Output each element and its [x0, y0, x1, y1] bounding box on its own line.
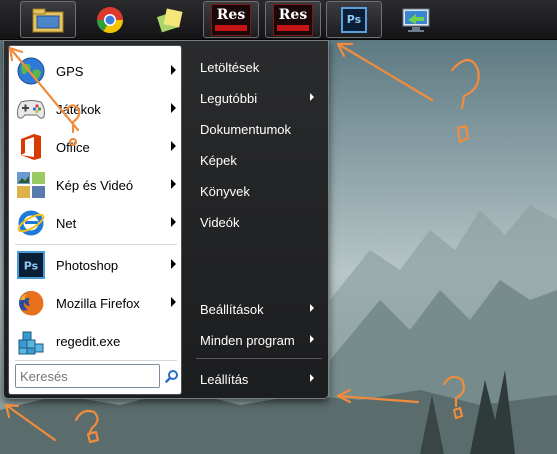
program-jatekok[interactable]: Játékok [12, 91, 180, 127]
menu-item-label: Könyvek [200, 183, 250, 199]
file-explorer-button[interactable] [20, 1, 76, 38]
menu-item-letoltesek[interactable]: Letöltések [194, 53, 324, 81]
sticky-notes-button[interactable] [142, 1, 198, 38]
submenu-arrow-icon [171, 141, 176, 151]
res-hacker-button-2[interactable]: Res [265, 1, 321, 38]
res-hacker-icon: Res [211, 3, 251, 36]
menu-item-konyvek[interactable]: Könyvek [194, 177, 324, 205]
submenu-arrow-icon [171, 217, 176, 227]
submenu-arrow-icon [171, 103, 176, 113]
photoshop-icon: Ps [15, 249, 47, 281]
programs-pane: GPS Játékok Office Kép és Videó Net Ps P… [8, 45, 182, 395]
program-label: Office [56, 139, 90, 155]
res-label: Res [216, 7, 246, 23]
firefox-icon [15, 287, 47, 319]
submenu-arrow-icon [171, 179, 176, 189]
right-separator [196, 358, 322, 359]
submenu-arrow-icon [310, 374, 314, 382]
program-label: Játékok [56, 101, 101, 117]
file-explorer-icon [32, 8, 64, 32]
program-net[interactable]: Net [12, 205, 180, 241]
menu-item-label: Minden program [200, 332, 295, 348]
program-regedit[interactable]: regedit.exe [12, 323, 180, 359]
program-mozilla-firefox[interactable]: Mozilla Firefox [12, 285, 180, 321]
menu-item-kepek[interactable]: Képek [194, 146, 324, 174]
search-input[interactable] [15, 364, 160, 388]
submenu-arrow-icon [171, 65, 176, 75]
pane-separator [15, 244, 177, 245]
submenu-arrow-icon [310, 304, 314, 312]
program-kep-es-video[interactable]: Kép és Videó [12, 167, 180, 203]
chrome-button[interactable] [82, 1, 138, 38]
menu-item-minden-program[interactable]: Minden program [194, 326, 324, 354]
start-menu: GPS Játékok Office Kép és Videó Net Ps P… [3, 40, 329, 399]
pane-separator [15, 360, 177, 361]
internet-explorer-icon [15, 207, 47, 239]
photoshop-icon: Ps [341, 6, 367, 33]
sticky-notes-icon [156, 8, 183, 32]
menu-item-label: Beállítások [200, 301, 264, 317]
globe-icon [15, 55, 47, 87]
res-label-2: Res [278, 7, 308, 23]
menu-item-legutobbi[interactable]: Legutóbbi [194, 84, 324, 112]
regedit-icon [15, 325, 47, 357]
remote-desktop-icon [402, 8, 430, 32]
program-label: Net [56, 215, 77, 231]
menu-item-videok[interactable]: Videók [194, 208, 324, 236]
menu-item-label: Képek [200, 152, 237, 168]
submenu-arrow-icon [171, 297, 176, 307]
program-label: Mozilla Firefox [56, 295, 140, 311]
photoshop-taskbar-button[interactable]: Ps [326, 1, 382, 38]
submenu-arrow-icon [310, 335, 314, 343]
program-label: regedit.exe [56, 333, 121, 349]
menu-item-label: Videók [200, 214, 240, 230]
menu-item-dokumentumok[interactable]: Dokumentumok [194, 115, 324, 143]
program-label: GPS [56, 63, 84, 79]
gamepad-icon [15, 93, 47, 125]
shutdown-button[interactable]: Leállítás [194, 365, 324, 393]
program-photoshop[interactable]: Ps Photoshop [12, 247, 180, 283]
photos-icon [15, 169, 47, 201]
menu-item-label: Leállítás [200, 371, 249, 387]
submenu-arrow-icon [171, 259, 176, 269]
office-icon [15, 131, 47, 163]
search-icon[interactable] [165, 369, 179, 383]
taskbar: Res Res Ps [0, 0, 557, 40]
submenu-arrow-icon [310, 93, 314, 101]
svg-text:Ps: Ps [24, 260, 39, 273]
program-gps[interactable]: GPS [12, 53, 180, 89]
res-hacker-icon-2: Res [273, 3, 313, 36]
menu-item-label: Letöltések [200, 59, 260, 75]
res-hacker-button[interactable]: Res [203, 1, 259, 38]
remote-desktop-button[interactable] [388, 1, 444, 38]
program-label: Kép és Videó [56, 177, 134, 193]
chrome-icon [96, 6, 124, 33]
menu-item-beallitasok[interactable]: Beállítások [194, 295, 324, 323]
menu-item-label: Dokumentumok [200, 121, 292, 137]
menu-item-label: Legutóbbi [200, 90, 258, 106]
program-office[interactable]: Office [12, 129, 180, 165]
program-label: Photoshop [56, 257, 119, 273]
